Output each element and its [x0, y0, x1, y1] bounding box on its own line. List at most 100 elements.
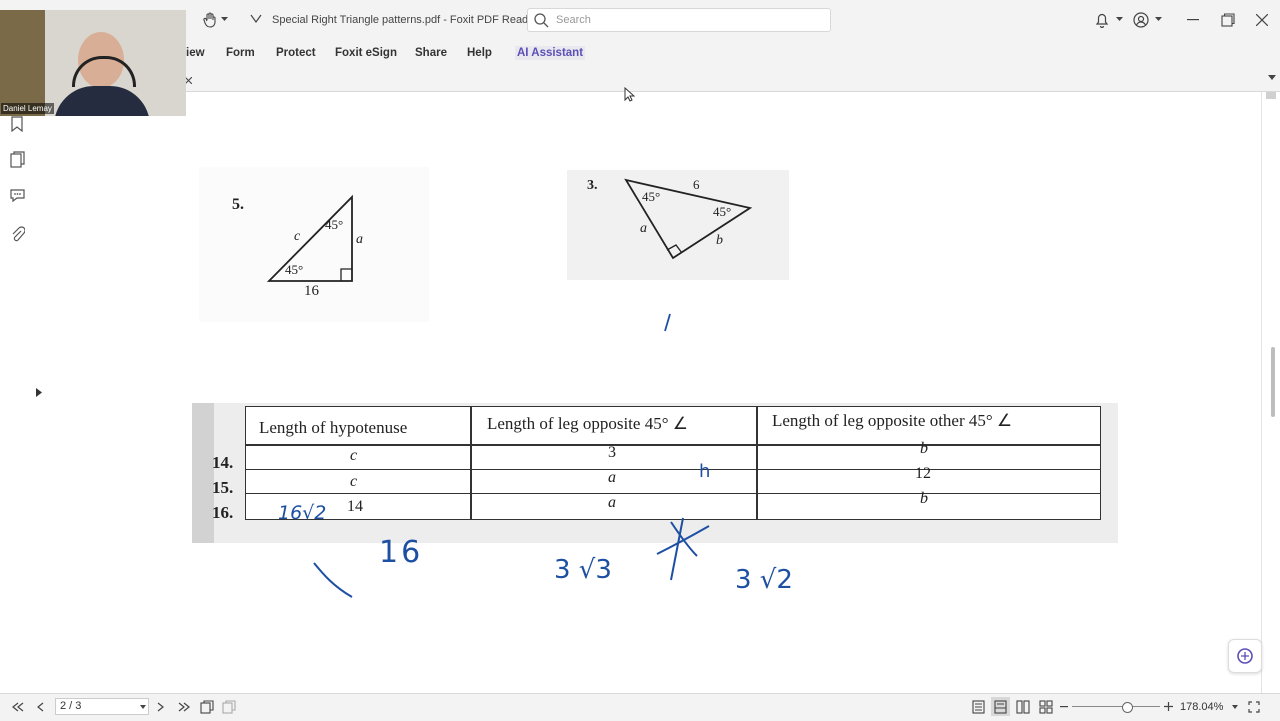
table-header-leg-opposite: Length of leg opposite 45° ∠ [487, 414, 688, 433]
close-icon[interactable] [1256, 14, 1268, 26]
attachment-icon[interactable] [11, 226, 25, 243]
vertical-scrollbar[interactable] [1228, 92, 1280, 693]
problem-3-number: 3. [587, 178, 598, 193]
comment-icon[interactable] [9, 188, 26, 203]
copy-page-icon[interactable] [200, 700, 214, 714]
table-header-leg-opposite-other: Length of leg opposite other 45° ∠ [772, 411, 1013, 430]
table-cell: a [608, 469, 616, 486]
zoom-level[interactable]: 178.04% [1180, 701, 1223, 713]
zoom-slider-thumb[interactable] [1122, 702, 1133, 713]
fullscreen-icon[interactable] [1248, 701, 1260, 713]
handwritten-16-root2: 16√2 [278, 502, 327, 524]
answer-table: Length of hypotenuse Length of leg oppos… [245, 406, 1101, 520]
problem-3-triangle [624, 178, 753, 260]
continuous-view-icon [994, 700, 1007, 714]
problem-3-angle-left: 45° [642, 189, 661, 204]
tab-help[interactable]: Help [467, 47, 492, 59]
problem-3-side-top: 6 [693, 177, 700, 192]
problem-5-side-c: c [294, 229, 301, 244]
handwritten-cross-mark [656, 517, 710, 581]
continuous-facing-icon[interactable] [1039, 700, 1053, 714]
tab-ai-assistant[interactable]: AI Assistant [515, 46, 586, 60]
zoom-out-icon[interactable] [1060, 706, 1068, 708]
table-divider [246, 469, 1100, 471]
continuous-view-button[interactable] [991, 697, 1010, 716]
problem-3-angle-right: 45° [713, 204, 732, 219]
minimize-icon[interactable] [1187, 19, 1199, 21]
previous-page-icon[interactable] [37, 702, 44, 712]
account-icon[interactable] [1133, 12, 1149, 28]
webcam-participant-name: Daniel Lemay [1, 103, 54, 114]
chevron-down-icon[interactable] [1116, 17, 1123, 22]
last-page-icon[interactable] [178, 702, 190, 712]
single-page-view-icon[interactable] [972, 700, 985, 714]
row-number: 16. [212, 503, 234, 522]
left-panel-rail [0, 92, 37, 693]
scroll-up-arrow[interactable] [1266, 92, 1276, 99]
page-number-input[interactable]: 2 / 3 [55, 698, 149, 715]
handwritten-h: h [699, 461, 711, 482]
close-tab-icon[interactable] [185, 77, 192, 84]
table-cell: 14 [347, 498, 363, 515]
table-cell: c [350, 473, 358, 490]
notification-bell-icon[interactable] [1095, 12, 1109, 28]
problem-5-angle-top: 45° [325, 217, 344, 232]
tab-form[interactable]: Form [226, 47, 255, 59]
search-placeholder: Search [556, 14, 591, 26]
first-page-icon[interactable] [12, 702, 24, 712]
status-bar: 2 / 3 178.04% [0, 693, 1280, 721]
table-cell: b [920, 490, 928, 507]
scroll-thumb[interactable] [1271, 347, 1275, 417]
document-view[interactable]: 5. 45° 45° c a 16 3. 45° 45° 6 a b Lengt… [49, 92, 1260, 693]
tab-foxit-esign[interactable]: Foxit eSign [335, 47, 397, 59]
problem-5-scan: 5. 45° 45° c a 16 [199, 167, 429, 322]
ribbon-toolbar [0, 65, 1280, 92]
expand-panel-icon[interactable] [36, 388, 42, 397]
tab-view[interactable]: iew [186, 47, 205, 59]
handwritten-16: 16 [379, 535, 424, 570]
quick-access-dropdown-icon[interactable] [250, 14, 262, 24]
pages-icon[interactable] [10, 151, 25, 168]
tab-protect[interactable]: Protect [276, 47, 316, 59]
problem-5-number: 5. [232, 196, 244, 213]
problem-3-scan: 3. 45° 45° 6 a b [567, 170, 789, 280]
collapse-ribbon-icon[interactable] [1268, 75, 1276, 80]
problem-3-side-b: b [716, 233, 723, 248]
bookmark-icon[interactable] [10, 116, 24, 132]
ribbon-tab-bar: iew Form Protect Foxit eSign Share Help … [0, 41, 1280, 65]
chevron-down-icon[interactable] [221, 17, 228, 22]
chevron-down-icon[interactable] [1232, 705, 1238, 709]
table-divider [246, 444, 1100, 446]
search-input[interactable]: Search [527, 8, 831, 32]
mouse-cursor-icon [624, 87, 635, 102]
search-icon [534, 13, 549, 28]
table-cell: b [920, 440, 928, 457]
problem-5-side-a: a [356, 232, 363, 247]
next-page-icon[interactable] [157, 702, 164, 712]
zoom-in-icon[interactable] [1164, 702, 1173, 711]
table-cell: a [608, 494, 616, 511]
ai-assistant-icon [1237, 648, 1253, 664]
chevron-down-icon[interactable] [1155, 17, 1162, 22]
table-divider [756, 407, 758, 519]
tab-share[interactable]: Share [415, 47, 447, 59]
chevron-down-icon [140, 705, 146, 709]
table-divider [470, 407, 472, 519]
handwritten-mark [664, 313, 671, 332]
zoom-slider-track[interactable] [1072, 706, 1160, 707]
ai-assistant-float-button[interactable] [1228, 639, 1262, 673]
webcam-background [0, 10, 45, 116]
extract-page-icon[interactable] [222, 700, 236, 714]
row-number: 15. [212, 478, 234, 497]
window-title: Special Right Triangle patterns.pdf - Fo… [272, 14, 538, 26]
table-divider [246, 493, 1100, 495]
table-cell: 12 [915, 465, 931, 482]
table-header-hypotenuse: Length of hypotenuse [259, 418, 408, 437]
handwritten-3-root3: 3 √3 [554, 555, 612, 585]
facing-view-icon[interactable] [1016, 700, 1030, 714]
hand-tool-icon[interactable] [203, 12, 217, 28]
page-number-value: 2 / 3 [60, 700, 82, 712]
handwritten-3-root2: 3 √2 [735, 565, 793, 595]
problem-5-base: 16 [304, 283, 319, 299]
restore-icon[interactable] [1221, 13, 1235, 27]
